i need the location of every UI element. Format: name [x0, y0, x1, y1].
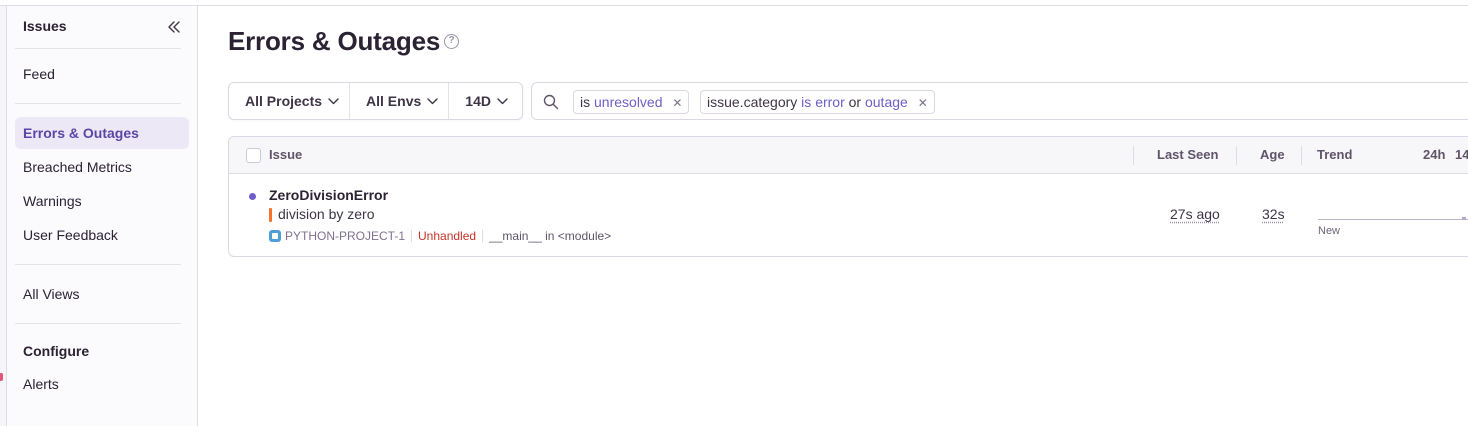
date-range-filter-label: 14D — [465, 93, 491, 109]
sidebar-item-errors-outages[interactable]: Errors & Outages — [15, 117, 189, 149]
meta-separator — [411, 230, 412, 242]
trend-period-14d[interactable]: 14 — [1455, 147, 1468, 162]
table-row[interactable]: ZeroDivisionError division by zero PYTHO… — [229, 174, 1468, 257]
token-conjunction: or — [849, 94, 861, 110]
sidebar-item-alerts[interactable]: Alerts — [15, 368, 189, 400]
token-operator: is — [580, 94, 590, 110]
sidebar-item-all-views[interactable]: All Views — [15, 278, 189, 310]
sidebar-divider — [15, 103, 181, 104]
search-icon — [543, 94, 559, 110]
chevron-down-icon — [427, 98, 438, 105]
page-filter-bar: All Projects All Envs 14D — [228, 82, 523, 120]
top-border — [0, 0, 1468, 6]
meta-separator — [482, 230, 483, 242]
project-platform-icon — [269, 230, 281, 242]
token-operator: is — [801, 94, 811, 110]
token-value: outage — [865, 94, 908, 110]
sidebar-item-feed[interactable]: Feed — [15, 58, 189, 90]
sidebar-divider — [15, 48, 181, 49]
date-range-filter-button[interactable]: 14D — [449, 83, 518, 119]
select-all-checkbox[interactable] — [246, 148, 261, 163]
column-header-age[interactable]: Age — [1260, 147, 1285, 162]
remove-token-icon[interactable]: ✕ — [918, 96, 928, 110]
issue-level-indicator — [269, 208, 272, 222]
search-token-status[interactable]: is unresolved ✕ — [573, 90, 689, 114]
chevron-down-icon — [328, 98, 339, 105]
column-separator — [1301, 146, 1302, 165]
sidebar-item-breached-metrics[interactable]: Breached Metrics — [15, 151, 189, 183]
token-value: unresolved — [594, 94, 663, 110]
issue-title-link[interactable]: ZeroDivisionError — [269, 187, 388, 203]
sidebar-divider — [15, 264, 181, 265]
issue-message: division by zero — [278, 206, 375, 222]
environment-filter-label: All Envs — [366, 93, 421, 109]
project-filter-button[interactable]: All Projects — [229, 83, 350, 119]
search-token-category[interactable]: issue.category is error or outage ✕ — [700, 90, 935, 114]
remove-token-icon[interactable]: ✕ — [672, 96, 682, 110]
last-seen-value: 27s ago — [1170, 206, 1220, 222]
age-value: 32s — [1262, 206, 1285, 222]
unread-indicator — [249, 193, 256, 200]
issues-table: Issue Last Seen Age Trend 24h 14 ZeroDiv… — [228, 136, 1468, 257]
trend-sparkline-spike — [1462, 217, 1466, 220]
chevron-down-icon — [497, 98, 508, 105]
issue-short-id[interactable]: PYTHON-PROJECT-1 — [285, 229, 405, 243]
collapse-sidebar-icon[interactable] — [166, 19, 182, 35]
sidebar-item-user-feedback[interactable]: User Feedback — [15, 219, 189, 251]
issue-meta: PYTHON-PROJECT-1 Unhandled __main__ in <… — [269, 228, 611, 244]
token-key: issue.category — [707, 94, 797, 110]
sidebar-item-warnings[interactable]: Warnings — [15, 185, 189, 217]
project-filter-label: All Projects — [245, 93, 322, 109]
trend-sparkline — [1318, 219, 1468, 220]
sidebar-section-configure: Configure — [23, 343, 89, 359]
column-header-issue: Issue — [269, 147, 302, 162]
column-header-last-seen[interactable]: Last Seen — [1157, 147, 1218, 162]
unhandled-badge: Unhandled — [418, 229, 476, 243]
sidebar-title: Issues — [23, 18, 67, 34]
column-separator — [1133, 146, 1134, 165]
environment-filter-button[interactable]: All Envs — [350, 83, 449, 119]
column-header-trend: Trend — [1317, 147, 1352, 162]
table-header: Issue Last Seen Age Trend 24h 14 — [229, 137, 1468, 174]
trend-new-label: New — [1318, 225, 1340, 237]
secondary-sidebar: Issues Feed Errors & Outages Breached Me… — [7, 6, 198, 426]
column-separator — [1236, 146, 1237, 165]
issue-search-bar[interactable]: is unresolved ✕ issue.category is error … — [531, 82, 1468, 120]
help-icon[interactable]: ? — [444, 34, 459, 49]
issue-culprit: __main__ in <module> — [489, 229, 611, 243]
page-title: Errors & Outages — [228, 26, 440, 57]
nav-indicator-dot — [0, 373, 3, 381]
sidebar-divider — [15, 323, 181, 324]
primary-nav-strip — [0, 6, 7, 426]
trend-period-24h[interactable]: 24h — [1423, 147, 1445, 162]
token-value: error — [815, 94, 845, 110]
